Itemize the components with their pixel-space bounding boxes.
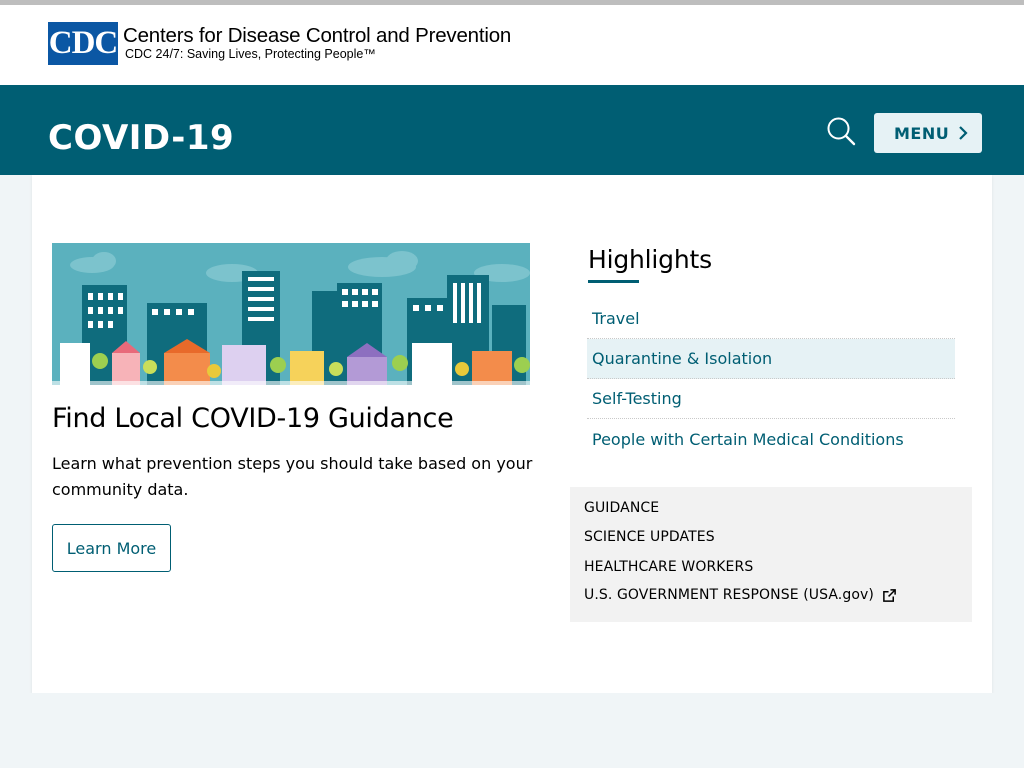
highlights-list: Travel Quarantine & Isolation Self-Testi… — [587, 299, 955, 459]
quick-links-box: GUIDANCE SCIENCE UPDATES HEALTHCARE WORK… — [570, 487, 972, 622]
lower-section — [0, 693, 1024, 768]
agency-name: Centers for Disease Control and Preventi… — [123, 24, 512, 47]
logo-text: Centers for Disease Control and Preventi… — [123, 25, 511, 62]
feature-description: Learn what prevention steps you should t… — [52, 454, 533, 499]
skyline-graphic — [52, 243, 530, 385]
science-updates-link-label: SCIENCE UPDATES — [584, 529, 715, 545]
healthcare-workers-link[interactable]: HEALTHCARE WORKERS — [584, 559, 753, 575]
highlight-self-testing-link[interactable]: Self-Testing — [587, 379, 955, 419]
topic-bar: COVID-19 MENU — [0, 85, 1024, 175]
feature-title[interactable]: Find Local COVID-19 Guidance — [52, 399, 454, 439]
highlight-quarantine-link[interactable]: Quarantine & Isolation — [587, 339, 955, 379]
search-icon — [827, 117, 856, 146]
topic-title[interactable]: COVID-19 — [48, 116, 234, 160]
highlight-medical-conditions-link[interactable]: People with Certain Medical Conditions — [587, 419, 955, 459]
external-link-icon — [883, 588, 896, 602]
government-response-link[interactable]: U.S. GOVERNMENT RESPONSE (USA.gov) — [584, 587, 897, 603]
government-response-link-label: U.S. GOVERNMENT RESPONSE (USA.gov) — [584, 587, 874, 603]
guidance-link-label: GUIDANCE — [584, 500, 660, 516]
menu-label: MENU — [894, 123, 950, 143]
science-updates-link[interactable]: SCIENCE UPDATES — [584, 529, 715, 545]
learn-more-button[interactable]: Learn More — [52, 524, 171, 572]
main-content: Find Local COVID-19 Guidance Learn what … — [32, 175, 992, 693]
menu-button[interactable]: MENU — [874, 113, 982, 153]
highlights-title: Highlights — [588, 245, 712, 274]
guidance-link[interactable]: GUIDANCE — [584, 500, 659, 516]
chevron-right-icon — [959, 126, 968, 140]
highlight-travel-link[interactable]: Travel — [587, 299, 955, 339]
city-skyline-illustration[interactable] — [52, 243, 530, 385]
site-header: CDC Centers for Disease Control and Prev… — [0, 5, 1024, 85]
cdc-logo[interactable]: CDC Centers for Disease Control and Prev… — [48, 22, 511, 65]
search-button[interactable] — [826, 116, 856, 146]
highlights-underline — [588, 280, 639, 283]
healthcare-workers-link-label: HEALTHCARE WORKERS — [584, 559, 754, 575]
cdc-logo-mark: CDC — [48, 22, 118, 65]
agency-tagline: CDC 24/7: Saving Lives, Protecting Peopl… — [125, 47, 376, 61]
